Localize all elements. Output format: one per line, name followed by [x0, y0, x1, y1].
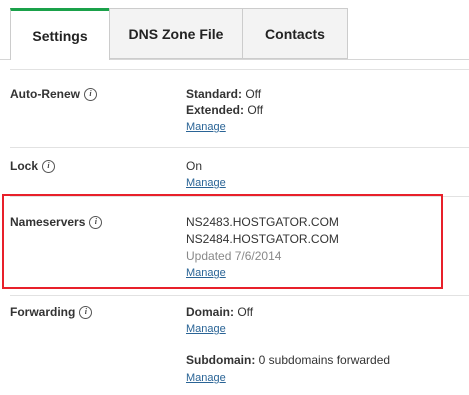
- row-divider: [10, 295, 469, 296]
- subdomain-key: Subdomain:: [186, 353, 256, 367]
- lock-manage-link[interactable]: Manage: [186, 177, 226, 189]
- domain-value: Off: [234, 305, 254, 319]
- info-icon[interactable]: i: [42, 159, 56, 173]
- auto-renew-extended: Extended: Off: [186, 103, 263, 117]
- lock-label-text: Lock: [10, 159, 39, 173]
- lock-value: On: [186, 159, 203, 173]
- nameserver-2: NS2484.HOSTGATOR.COM: [186, 232, 339, 246]
- info-icon[interactable]: i: [79, 305, 93, 319]
- tab-dns-zone-file[interactable]: DNS Zone File: [109, 8, 243, 59]
- auto-renew-label-text: Auto-Renew: [10, 87, 80, 101]
- tab-contacts[interactable]: Contacts: [242, 8, 348, 59]
- tab-settings[interactable]: Settings: [10, 8, 110, 60]
- info-icon[interactable]: i: [84, 87, 97, 101]
- domain-key: Domain:: [186, 305, 234, 319]
- nameservers-manage-link[interactable]: Manage: [186, 267, 226, 279]
- forwarding-subdomain-manage-link[interactable]: Manage: [186, 372, 226, 384]
- forwarding-domain: Domain: Off: [186, 305, 253, 319]
- auto-renew-label: Auto-Renew i: [10, 87, 97, 101]
- row-divider: [10, 147, 469, 148]
- nameservers-label-text: Nameservers: [10, 215, 86, 229]
- nameservers-updated: Updated 7/6/2014: [186, 249, 282, 263]
- auto-renew-standard: Standard: Off: [186, 87, 261, 101]
- auto-renew-manage-link[interactable]: Manage: [186, 121, 226, 133]
- tab-bar: Settings DNS Zone File Contacts: [0, 0, 469, 60]
- standard-value: Off: [242, 87, 262, 101]
- lock-label: Lock i: [10, 159, 56, 173]
- nameserver-1: NS2483.HOSTGATOR.COM: [186, 215, 339, 229]
- forwarding-label-text: Forwarding: [10, 305, 76, 319]
- info-icon[interactable]: i: [89, 215, 103, 229]
- row-divider: [10, 69, 469, 70]
- extended-value: Off: [244, 103, 264, 117]
- nameservers-label: Nameservers i: [10, 215, 103, 229]
- forwarding-subdomain: Subdomain: 0 subdomains forwarded: [186, 353, 390, 367]
- extended-key: Extended:: [186, 103, 245, 117]
- standard-key: Standard:: [186, 87, 243, 101]
- forwarding-domain-manage-link[interactable]: Manage: [186, 323, 226, 335]
- row-divider: [10, 196, 469, 197]
- forwarding-label: Forwarding i: [10, 305, 93, 319]
- subdomain-value: 0 subdomains forwarded: [255, 353, 391, 367]
